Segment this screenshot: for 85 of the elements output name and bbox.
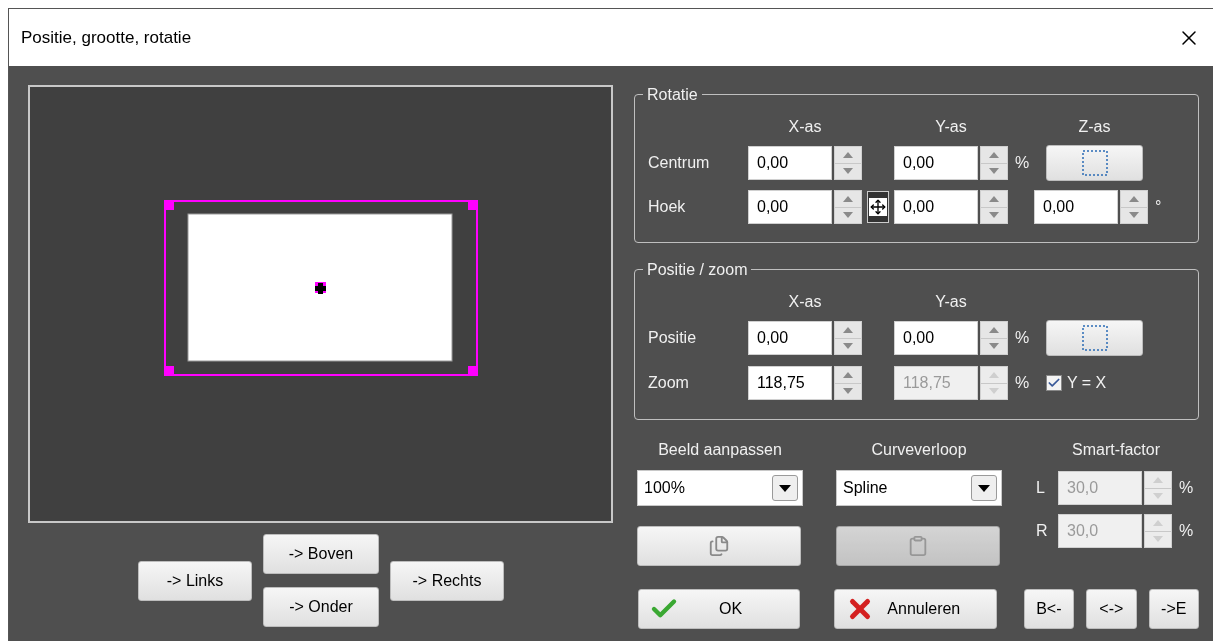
spin-buttons[interactable] [980,321,1008,355]
nav-right-button[interactable]: -> Rechts [390,560,504,601]
nav-down-button[interactable]: -> Onder [263,587,379,627]
check-icon [1047,376,1061,390]
number-field[interactable]: 0,00 [748,321,832,355]
number-field[interactable]: 0,00 [894,321,978,355]
down-arrow-icon [989,168,999,175]
checkbox-label: Y = X [1067,373,1107,393]
down-arrow-icon [1153,493,1163,500]
down-arrow-icon [989,388,999,395]
up-arrow-icon [843,371,853,378]
nav-up-button[interactable]: -> Boven [263,534,379,574]
unit-label: % [1015,153,1031,173]
up-arrow-icon [1153,519,1163,526]
spin-buttons[interactable] [834,190,862,224]
copy-button[interactable] [637,526,801,566]
down-arrow-icon [843,168,853,175]
dashed-square-icon [1080,324,1109,352]
window-title: Positie, grootte, rotatie [21,26,192,49]
number-field[interactable]: 0,00 [894,146,978,180]
dropdown[interactable]: Spline [836,470,1002,506]
column-header: Y-as [935,292,967,312]
up-arrow-icon [843,326,853,333]
number-field[interactable]: 118,75 [748,366,832,400]
field-label: Hoek [648,198,686,215]
begin-button[interactable]: B<- [1023,589,1075,629]
field-label: Zoom [648,374,689,391]
field-label: Beeld aanpassen [658,440,782,460]
both-button[interactable]: <-> [1086,589,1137,629]
field-label: Smart-factor [1072,440,1160,460]
field-label: R [1036,521,1049,541]
cancel-button[interactable]: Annuleren [834,589,997,629]
copy-icon [708,535,730,557]
up-arrow-icon [989,195,999,202]
end-button[interactable]: ->E [1148,589,1199,629]
down-arrow-icon [1129,212,1139,219]
move-button[interactable] [867,191,889,223]
checkbox[interactable] [1046,375,1062,391]
unit-label: % [1015,373,1031,393]
number-field[interactable]: 0,00 [748,190,832,224]
spin-buttons[interactable] [834,366,862,400]
move-icon [870,199,886,215]
up-arrow-icon [843,195,853,202]
spin-buttons[interactable] [980,366,1008,400]
up-arrow-icon [1129,195,1139,202]
number-field[interactable]: 0,00 [1034,190,1118,224]
spin-buttons[interactable] [980,146,1008,180]
field-label: Centrum [648,154,710,171]
clipboard-icon [907,535,929,557]
column-header: X-as [788,292,822,312]
down-arrow-icon [989,212,999,219]
down-arrow-icon [989,343,999,350]
spin-buttons[interactable] [1120,190,1148,224]
column-header: X-as [788,117,822,137]
number-field[interactable]: 0,00 [894,190,978,224]
frame-button[interactable] [1046,145,1143,181]
unit-label: % [1179,521,1195,541]
ok-button[interactable]: OK [638,589,801,629]
unit-label: % [1179,478,1195,498]
up-arrow-icon [989,151,999,158]
up-arrow-icon [1153,476,1163,483]
field-label: Positie [648,329,697,346]
column-header: Z-as [1078,117,1111,137]
unit-label: % [1015,328,1031,348]
field-label: Curveverloop [871,440,967,460]
down-arrow-icon [843,212,853,219]
column-header: Y-as [935,117,967,137]
frame-button[interactable] [1046,320,1143,356]
dropdown[interactable]: 100% [637,470,803,506]
dashed-square-icon [1080,149,1109,177]
number-field[interactable]: 0,00 [748,146,832,180]
unit-label: ° [1155,197,1163,217]
spin-buttons[interactable] [1144,471,1172,505]
spin-buttons[interactable] [834,321,862,355]
spin-buttons[interactable] [980,190,1008,224]
up-arrow-icon [989,326,999,333]
nav-left-button[interactable]: -> Links [138,560,252,601]
up-arrow-icon [989,371,999,378]
down-arrow-icon [1153,536,1163,543]
down-arrow-icon [843,388,853,395]
spin-buttons[interactable] [834,146,862,180]
up-arrow-icon [843,151,853,158]
field-label: L [1036,478,1046,498]
spin-buttons[interactable] [1144,514,1172,548]
down-arrow-icon [843,343,853,350]
